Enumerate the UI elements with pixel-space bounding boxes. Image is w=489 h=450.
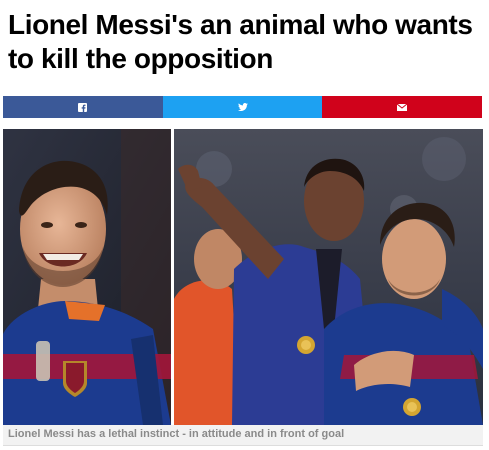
share-email-button[interactable] bbox=[322, 96, 483, 118]
twitter-icon bbox=[237, 103, 248, 111]
share-bar bbox=[3, 96, 483, 118]
share-twitter-button[interactable] bbox=[162, 96, 323, 118]
photo-caption: Lionel Messi has a lethal instinct - in … bbox=[8, 428, 345, 440]
facebook-icon bbox=[78, 102, 88, 112]
email-icon bbox=[397, 103, 408, 111]
messi-portrait-photo bbox=[3, 129, 171, 425]
article-headline: Lionel Messi's an animal who wants to ki… bbox=[8, 9, 473, 74]
share-facebook-button[interactable] bbox=[3, 96, 163, 118]
photo-caption-bar: Lionel Messi has a lethal instinct - in … bbox=[3, 425, 483, 446]
henry-messi-photo bbox=[174, 129, 483, 425]
